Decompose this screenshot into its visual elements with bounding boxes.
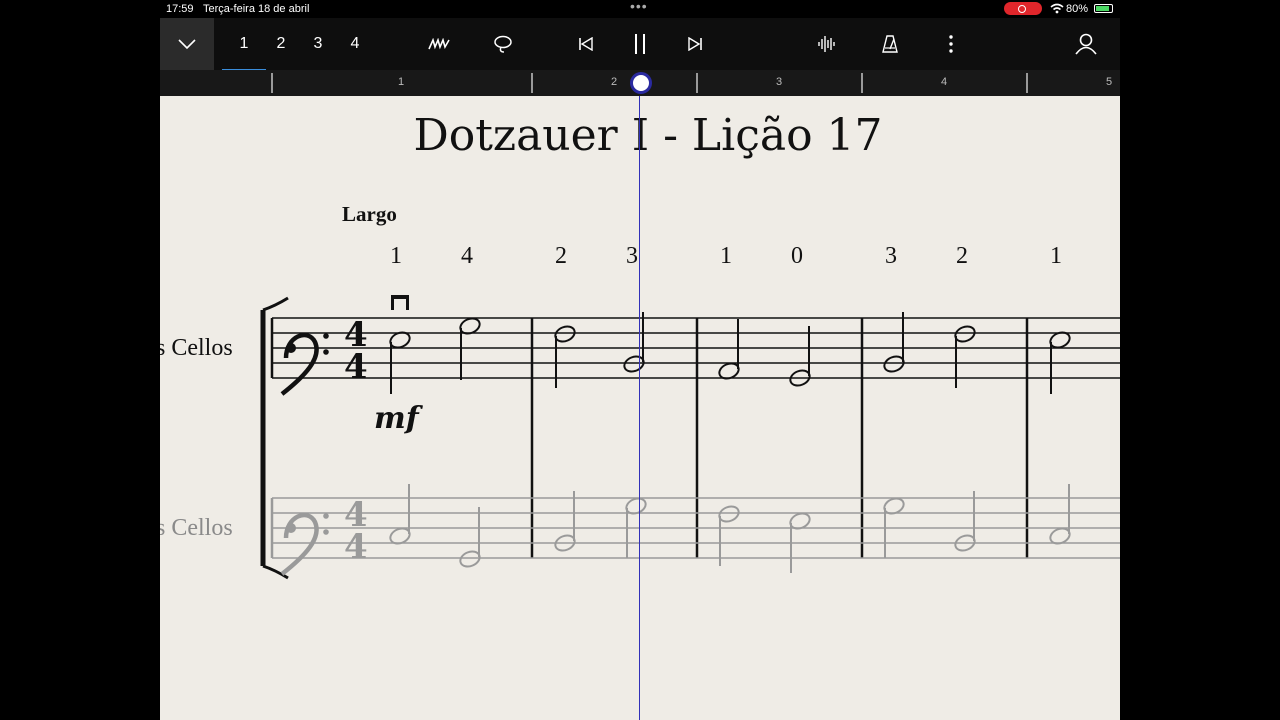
waveform-icon[interactable]	[815, 18, 839, 70]
skip-forward-icon[interactable]	[683, 18, 707, 70]
ruler-bar-line	[696, 73, 698, 93]
status-bar: 17:59 Terça-feira 18 de abril ••• 80%	[160, 0, 1120, 18]
layer-3-button[interactable]: 3	[306, 18, 330, 70]
account-icon[interactable]	[1072, 18, 1100, 70]
ruler-measure-3[interactable]: 3	[776, 76, 782, 88]
lasso-icon[interactable]	[491, 18, 515, 70]
battery-icon	[1094, 4, 1113, 13]
svg-text:4: 4	[344, 527, 368, 567]
score-sheet[interactable]: Dotzauer I - Lição 17 Largo 1 4 2 3 1 0 …	[160, 96, 1120, 720]
ruler-measure-5[interactable]: 5	[1106, 76, 1112, 88]
layer-1-button[interactable]: 1	[222, 18, 266, 71]
status-time: 17:59	[166, 3, 194, 15]
pause-icon[interactable]	[628, 18, 652, 70]
battery-percent: 80%	[1066, 3, 1089, 15]
layer-2-button[interactable]: 2	[269, 18, 293, 70]
ruler-measure-4[interactable]: 4	[941, 76, 947, 88]
svg-text:4: 4	[344, 347, 368, 387]
metronome-icon[interactable]	[878, 18, 902, 70]
playhead-line[interactable]	[639, 96, 640, 720]
time-signature-muted: 4 4	[344, 495, 368, 567]
ruler-bar-line	[531, 73, 533, 93]
pen-icon[interactable]	[426, 18, 452, 70]
wifi-icon	[1050, 3, 1064, 17]
ruler-bar-line	[271, 73, 273, 93]
ruler-measure-1[interactable]: 1	[398, 76, 404, 88]
status-date: Terça-feira 18 de abril	[203, 3, 310, 15]
layer-4-button[interactable]: 4	[343, 18, 367, 70]
multitask-dots-icon[interactable]: •••	[630, 0, 648, 14]
measure-ruler[interactable]: 1 2 3 4 5	[160, 70, 1120, 97]
staff-1-barlines	[270, 318, 1029, 558]
more-vertical-icon[interactable]	[939, 18, 963, 70]
music-notation[interactable]: 4 4 4 4	[160, 96, 1120, 720]
ruler-bar-line	[861, 73, 863, 93]
collapse-chevron-down-icon[interactable]	[160, 18, 214, 70]
down-bow-icon	[391, 295, 409, 310]
screen-record-icon[interactable]	[1004, 2, 1042, 15]
staff-1-notes	[389, 312, 1071, 394]
toolbar: 1 2 3 4	[160, 18, 1120, 71]
time-signature: 4 4	[344, 315, 368, 387]
playhead-handle[interactable]	[630, 72, 652, 94]
skip-back-icon[interactable]	[574, 18, 598, 70]
ruler-bar-line	[1026, 73, 1028, 93]
ruler-measure-2[interactable]: 2	[611, 76, 617, 88]
